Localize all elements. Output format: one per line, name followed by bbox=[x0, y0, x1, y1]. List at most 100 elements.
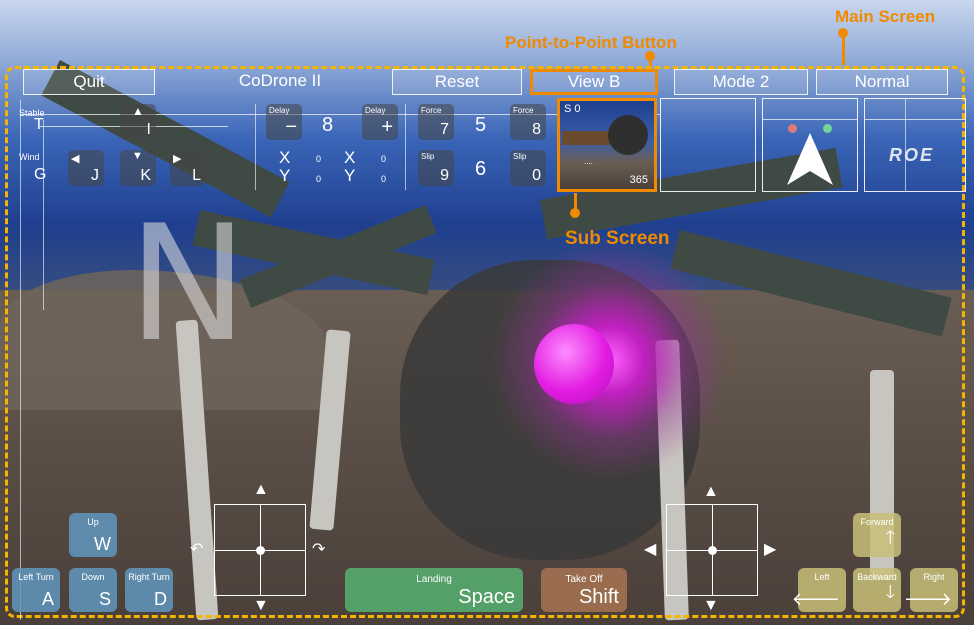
left-turn-label: Left Turn bbox=[18, 572, 54, 582]
force-label: Force bbox=[421, 106, 442, 115]
down-key[interactable]: Down S bbox=[69, 568, 117, 612]
takeoff-key-label: Shift bbox=[578, 586, 619, 608]
x-value: 0 bbox=[316, 154, 322, 164]
map-panel: ROE bbox=[864, 98, 966, 192]
yaw-right-icon: ↷ bbox=[312, 541, 326, 558]
slip-key-9-label: 9 bbox=[440, 167, 449, 184]
sub-screen[interactable]: S 0 .... 365 bbox=[557, 98, 657, 192]
subscreen-boulder bbox=[608, 115, 648, 155]
right-key[interactable]: Right 🡒 bbox=[904, 568, 958, 612]
mode-button[interactable]: Mode 2 bbox=[674, 69, 808, 95]
hud-separator bbox=[255, 104, 256, 190]
map-text: ROE bbox=[889, 145, 935, 165]
i-key-label: I bbox=[146, 121, 151, 138]
forward-key[interactable]: Forward 🡑 bbox=[853, 513, 901, 557]
throttle-up-icon: ▲ bbox=[253, 481, 269, 498]
subscreen-dots: .... bbox=[584, 157, 593, 166]
right-joystick[interactable] bbox=[666, 504, 758, 596]
yaw-left-icon: ↶ bbox=[190, 541, 204, 558]
slip-value: 6 bbox=[475, 158, 487, 180]
right-turn-key[interactable]: Right Turn D bbox=[125, 568, 173, 612]
k-key-label: K bbox=[140, 167, 151, 184]
delay-plus-button[interactable]: Delay + bbox=[362, 104, 398, 140]
force-value: 5 bbox=[475, 114, 487, 136]
x-label: X bbox=[344, 148, 356, 167]
joystick-center bbox=[256, 546, 265, 555]
delay-plus-label: + bbox=[381, 116, 393, 138]
j-key[interactable]: ◀ J bbox=[68, 150, 104, 186]
up-key[interactable]: Up W bbox=[69, 513, 117, 557]
subscreen-score: S 0 bbox=[564, 103, 581, 115]
altitude-scale-marker bbox=[43, 120, 44, 310]
view-button[interactable]: View B bbox=[530, 69, 658, 95]
left-joystick[interactable] bbox=[214, 504, 306, 596]
left-turn-key[interactable]: Left Turn A bbox=[12, 568, 60, 612]
wind-key[interactable]: G bbox=[34, 166, 46, 184]
y-label: Y bbox=[344, 166, 356, 185]
force-key-8-label: 8 bbox=[532, 121, 541, 138]
delay-minus-label: − bbox=[285, 116, 297, 138]
up-key-label: W bbox=[94, 534, 111, 554]
landing-label: Landing bbox=[416, 574, 452, 585]
y-value: 0 bbox=[316, 174, 322, 184]
right-label: Right bbox=[923, 572, 945, 582]
y-label: Y bbox=[279, 166, 291, 185]
landing-button[interactable]: Landing Space bbox=[345, 568, 523, 612]
slip-label: Slip bbox=[513, 152, 527, 161]
heading-arrow-icon bbox=[787, 133, 833, 185]
l-key-label: L bbox=[192, 167, 201, 184]
hud-separator bbox=[405, 104, 406, 190]
down-key-label: S bbox=[98, 589, 111, 609]
camera-panel[interactable] bbox=[660, 98, 756, 192]
takeoff-button[interactable]: Take Off Shift bbox=[541, 568, 627, 612]
left-turn-key-label: A bbox=[41, 589, 54, 609]
point-to-point-annotation: Point-to-Point Button bbox=[505, 33, 677, 52]
right-arrow-icon: ▶ bbox=[173, 153, 182, 165]
y-value: 0 bbox=[381, 174, 387, 184]
i-key[interactable]: ▲ I bbox=[120, 104, 156, 140]
delay-label: Delay bbox=[365, 106, 386, 115]
k-key[interactable]: ▼ K bbox=[120, 150, 156, 186]
l-key[interactable]: ▶ L bbox=[170, 150, 206, 186]
left-key[interactable]: Left 🡐 bbox=[792, 568, 846, 612]
left-arrow-icon: 🡐 bbox=[791, 589, 840, 609]
annotation-line bbox=[842, 33, 845, 65]
reset-button[interactable]: Reset bbox=[392, 69, 522, 95]
x-label: X bbox=[279, 148, 291, 167]
joystick-center bbox=[708, 546, 717, 555]
roll-right-icon: ▶ bbox=[764, 541, 777, 558]
crate-stack bbox=[562, 131, 610, 145]
force-key-8[interactable]: Force 8 bbox=[510, 104, 546, 140]
attitude-panel bbox=[762, 98, 858, 192]
force-key-7[interactable]: Force 7 bbox=[418, 104, 454, 140]
force-label: Force bbox=[513, 106, 534, 115]
left-arrow-icon: ◀ bbox=[71, 153, 80, 165]
up-label: Up bbox=[87, 517, 99, 527]
backward-arrow-icon: 🡓 bbox=[885, 582, 895, 602]
backward-key[interactable]: Backward 🡓 bbox=[853, 568, 901, 612]
forward-arrow-icon: 🡑 bbox=[885, 527, 895, 547]
right-arrow-icon: 🡒 bbox=[903, 589, 952, 609]
delay-minus-button[interactable]: Delay − bbox=[266, 104, 302, 140]
down-arrow-icon: ▼ bbox=[132, 150, 143, 162]
slip-label: Slip bbox=[421, 152, 435, 161]
up-arrow-icon: ▲ bbox=[132, 104, 144, 118]
subscreen-count: 365 bbox=[629, 174, 648, 186]
j-key-label: J bbox=[91, 167, 99, 184]
main-screen-annotation: Main Screen bbox=[835, 7, 936, 26]
delay-label: Delay bbox=[269, 106, 290, 115]
slip-key-0[interactable]: Slip 0 bbox=[510, 150, 546, 186]
quit-button[interactable]: Quit bbox=[23, 69, 155, 95]
speed-button[interactable]: Normal bbox=[816, 69, 948, 95]
slip-key-9[interactable]: Slip 9 bbox=[418, 150, 454, 186]
right-turn-key-label: D bbox=[154, 589, 167, 609]
stable-key[interactable]: T bbox=[34, 116, 44, 134]
slip-key-0-label: 0 bbox=[532, 167, 541, 184]
wind-label: Wind bbox=[19, 152, 40, 162]
app-title: CoDrone II bbox=[238, 71, 322, 90]
left-label: Left bbox=[814, 572, 830, 582]
down-label: Down bbox=[81, 572, 105, 582]
pitch-backward-icon: ▼ bbox=[703, 597, 719, 614]
x-value: 0 bbox=[381, 154, 387, 164]
takeoff-label: Take Off bbox=[565, 574, 603, 585]
